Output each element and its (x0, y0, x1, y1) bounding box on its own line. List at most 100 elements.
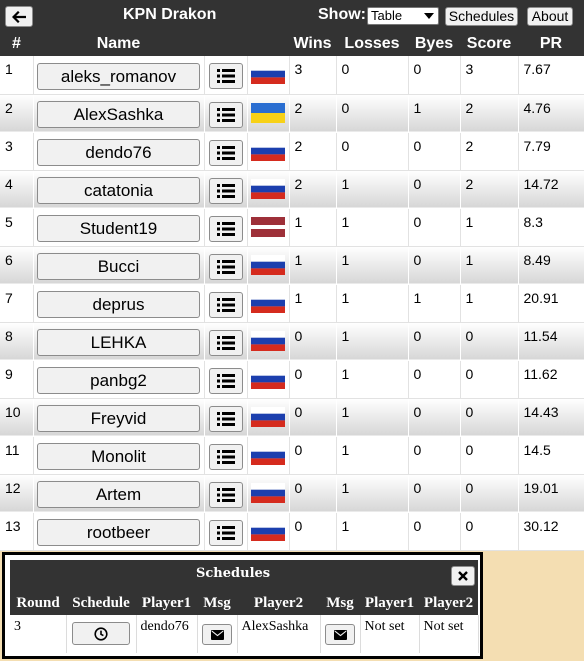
close-schedules-button[interactable] (451, 566, 475, 586)
player-score: 0 (460, 436, 519, 475)
standings-table: # Name Wins Losses Byes Score PR 1 aleks_… (0, 32, 584, 551)
player-score: 2 (460, 132, 519, 171)
about-button[interactable]: About (527, 7, 573, 26)
player-byes: 0 (408, 246, 461, 285)
player-schedule-button[interactable] (208, 329, 243, 356)
player-name-cell: rootbeer (33, 512, 205, 551)
player-name-button[interactable]: catatonia (37, 177, 200, 204)
player-wins: 3 (289, 56, 337, 95)
player-name-button[interactable]: LEHKA (37, 329, 200, 356)
player-schedule-button[interactable] (208, 519, 243, 546)
player-rank: 1 (0, 56, 34, 95)
view-mode-select[interactable]: Table (367, 7, 439, 25)
player-flag-cell (247, 322, 290, 361)
player-schedule-button[interactable] (208, 443, 243, 470)
player-wins: 2 (289, 132, 337, 171)
player-flag-cell (247, 56, 290, 95)
player-score: 0 (460, 398, 519, 437)
player-byes: 1 (408, 94, 461, 133)
player-name-button[interactable]: Artem (37, 481, 200, 508)
player-wins: 0 (289, 474, 337, 513)
player-name-button[interactable]: Bucci (37, 253, 200, 280)
player-name-button[interactable]: dendo76 (37, 139, 200, 166)
player-schedule-button[interactable] (208, 367, 243, 394)
player-pr: 8.49 (518, 246, 584, 285)
message-player2-button[interactable] (325, 623, 355, 645)
player-schedule-cell (204, 94, 248, 133)
player-schedule-button[interactable] (208, 63, 243, 90)
back-button[interactable] (5, 6, 33, 27)
view-mode-selected: Table (371, 8, 403, 23)
russia-flag-icon (251, 482, 285, 503)
player-name-button[interactable]: Monolit (37, 443, 200, 470)
column-header-rank: # (0, 32, 33, 56)
player-row: 7 deprus 1 1 1 1 20.91 (0, 284, 584, 323)
player-name-button[interactable]: aleks_romanov (37, 62, 200, 90)
player-name-button[interactable]: rootbeer (37, 519, 200, 546)
player-row: 3 dendo76 2 0 0 2 7.79 (0, 132, 584, 171)
player-schedule-cell (204, 208, 248, 247)
player-losses: 0 (336, 132, 409, 171)
schedules-panel: Schedules Round Schedule Player1 Msg Pla… (2, 552, 483, 659)
player-name-button[interactable]: panbg2 (37, 367, 200, 394)
player-name-button[interactable]: AlexSashka (37, 101, 200, 128)
player-schedule-cell (204, 284, 248, 323)
player-name-button[interactable]: deprus (37, 291, 200, 318)
player-schedule-button[interactable] (208, 139, 243, 166)
chevron-down-icon (424, 13, 434, 19)
player-byes: 0 (408, 360, 461, 399)
player-name-button[interactable]: Freyvid (37, 405, 200, 432)
player-schedule-button[interactable] (208, 215, 243, 242)
player-pr: 7.67 (518, 56, 584, 95)
player-byes: 0 (408, 56, 461, 95)
player-losses: 1 (336, 360, 409, 399)
player-schedule-button[interactable] (208, 405, 243, 432)
player-row: 4 catatonia 2 1 0 2 14.72 (0, 170, 584, 209)
schedules-column-header-player2-status: Player2 (419, 591, 478, 615)
player-byes: 0 (408, 322, 461, 361)
russia-flag-icon (251, 330, 285, 351)
player-schedule-cell (204, 360, 248, 399)
player-pr: 7.79 (518, 132, 584, 171)
player-schedule-button[interactable] (208, 101, 243, 128)
player-losses: 1 (336, 322, 409, 361)
player-schedule-cell (204, 512, 248, 551)
player-rank: 8 (0, 322, 34, 361)
player-byes: 0 (408, 208, 461, 247)
player-losses: 0 (336, 56, 409, 95)
set-schedule-button[interactable] (72, 622, 130, 645)
schedules-table: Round Schedule Player1 Msg Player2 Msg P… (10, 591, 479, 653)
list-icon (216, 183, 235, 198)
player-rank: 13 (0, 512, 34, 551)
clock-icon (94, 627, 108, 641)
player-row: 6 Bucci 1 1 0 1 8.49 (0, 246, 584, 285)
player-byes: 0 (408, 398, 461, 437)
player-score: 3 (460, 56, 519, 95)
player-schedule-button[interactable] (208, 253, 243, 280)
russia-flag-icon (251, 520, 285, 541)
russia-flag-icon (251, 292, 285, 313)
schedules-button[interactable]: Schedules (445, 7, 518, 26)
player-wins: 1 (289, 208, 337, 247)
player-schedule-cell (204, 474, 248, 513)
player-schedule-button[interactable] (208, 481, 243, 508)
player-row: 9 panbg2 0 1 0 0 11.62 (0, 360, 584, 399)
player-wins: 0 (289, 436, 337, 475)
schedules-header-row: Round Schedule Player1 Msg Player2 Msg P… (10, 591, 478, 615)
player-flag-cell (247, 170, 290, 209)
schedule-player1: dendo76 (136, 615, 198, 653)
russia-flag-icon (251, 140, 285, 161)
player-row: 11 Monolit 0 1 0 0 14.5 (0, 436, 584, 475)
player-losses: 1 (336, 512, 409, 551)
player-name-button[interactable]: Student19 (37, 215, 200, 242)
list-icon (216, 411, 235, 426)
player-losses: 0 (336, 94, 409, 133)
schedules-column-header-player2: Player2 (237, 591, 320, 615)
player-name-cell: aleks_romanov (33, 56, 205, 95)
column-header-flag (247, 32, 289, 56)
message-player1-button[interactable] (202, 623, 232, 645)
player-schedule-button[interactable] (208, 291, 243, 318)
player-losses: 1 (336, 170, 409, 209)
player-schedule-button[interactable] (208, 177, 243, 204)
player-name-cell: deprus (33, 284, 205, 323)
